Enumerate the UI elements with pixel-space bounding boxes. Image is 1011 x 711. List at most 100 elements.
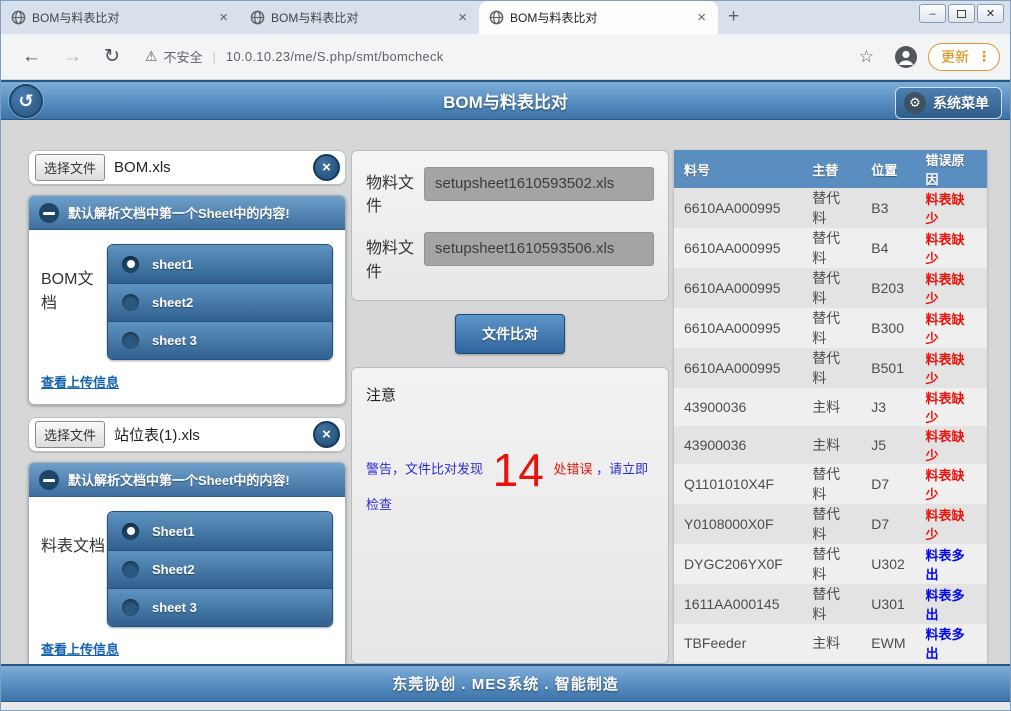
table-row[interactable]: 6610AA000995 替代料 B300 料表缺少 [674,308,987,348]
browser-tab-1[interactable]: BOM与料表比对 × [1,1,240,34]
refresh-icon[interactable]: ↻ [93,45,131,68]
cell-error-reason: 料表缺少 [916,188,987,228]
globe-icon [489,10,504,25]
tab-close-icon[interactable]: × [693,9,710,26]
cell-part-number: Q1101010X4F [674,464,802,504]
page-title: BOM与料表比对 [443,88,568,113]
remove-file-icon[interactable]: × [313,154,340,181]
cell-position: U301 [861,584,915,624]
update-button[interactable]: 更新 ⋮ [928,43,1000,71]
new-tab-button[interactable]: + [718,6,753,34]
table-row[interactable]: 6610AA000995 替代料 B3 料表缺少 [674,188,987,228]
cell-error-reason: 料表缺少 [916,348,987,388]
station-panel-header[interactable]: 默认解析文档中第一个Sheet中的内容! [29,463,345,497]
browser-window: BOM与料表比对 × BOM与料表比对 × BOM与料表比对 × + – ✕ ←… [0,0,1011,711]
warning-icon: ⚠ [145,48,158,65]
back-button[interactable]: ↺ [9,84,43,118]
results-body: 6610AA000995 替代料 B3 料表缺少 6610AA000995 替代… [674,188,987,664]
table-row[interactable]: 6610AA000995 替代料 B501 料表缺少 [674,348,987,388]
bom-doc-label: BOM文档 [41,244,107,360]
forward-icon[interactable]: → [52,46,93,68]
close-button[interactable]: ✕ [977,4,1004,23]
bom-sheet-option-2[interactable]: sheet2 [108,283,332,321]
cell-position: B203 [861,268,915,308]
bom-sheet-option-1[interactable]: sheet1 [108,245,332,283]
remove-file-icon[interactable]: × [313,421,340,448]
menu-dots-icon[interactable]: ⋮ [977,48,991,65]
error-count: 14 [487,444,550,496]
station-panel-title: 默认解析文档中第一个Sheet中的内容! [68,470,290,489]
maximize-button[interactable] [948,4,975,23]
tab-close-icon[interactable]: × [215,9,232,26]
radio-icon [122,256,139,273]
bom-panel-header[interactable]: 默认解析文档中第一个Sheet中的内容! [29,196,345,230]
browser-tab-2[interactable]: BOM与料表比对 × [240,1,479,34]
table-row[interactable]: 43900036 主料 J5 料表缺少 [674,426,987,464]
sheet-label: sheet1 [152,257,193,272]
tab-close-icon[interactable]: × [454,9,471,26]
cell-material-type: 主料 [802,624,861,662]
radio-icon [122,599,139,616]
bom-upload-info-link[interactable]: 查看上传信息 [41,372,119,391]
globe-icon [11,10,26,25]
cell-position: B3 [861,188,915,228]
collapse-icon[interactable] [39,470,59,490]
station-doc-label: 料表文档 [41,511,107,627]
bom-sheet-option-3[interactable]: sheet 3 [108,321,332,359]
collapse-icon[interactable] [39,203,59,223]
radio-icon [122,332,139,349]
notice-title: 注意 [366,384,654,405]
radio-icon [122,294,139,311]
table-header-row: 料号 主替 位置 错误原因 [674,150,987,188]
compare-files-button[interactable]: 文件比对 [455,314,565,354]
cell-material-type: 替代料 [802,188,861,228]
table-row[interactable]: Y0108000X0F 替代料 D7 料表缺少 [674,504,987,544]
cell-position: J3 [861,388,915,426]
cell-material-type: 替代料 [802,544,861,584]
update-label: 更新 [941,47,969,67]
station-sheet-list: Sheet1 Sheet2 sheet 3 [107,511,333,627]
browser-tab-3[interactable]: BOM与料表比对 × [479,1,718,34]
table-row[interactable]: Q1101010X4F 替代料 D7 料表缺少 [674,464,987,504]
cell-material-type: 替代料 [802,584,861,624]
choose-file-button[interactable]: 选择文件 [35,154,105,181]
station-sheet-option-2[interactable]: Sheet2 [108,550,332,588]
table-row[interactable]: TBFeeder 主料 EWM 料表多出 [674,624,987,662]
column-header-part: 料号 [674,150,802,188]
right-column: 料号 主替 位置 错误原因 6610AA000995 替代料 B3 料表缺少 6… [674,150,987,664]
choose-file-button[interactable]: 选择文件 [35,421,105,448]
back-icon[interactable]: ← [11,46,52,68]
url-text[interactable]: 10.0.10.23/me/S.php/smt/bomcheck [226,49,444,64]
cell-position: B501 [861,348,915,388]
url-divider: | [213,49,216,64]
table-row[interactable]: 43900036 主料 J3 料表缺少 [674,388,987,426]
cell-part-number: 43900036 [674,388,802,426]
bom-sheet-panel: 默认解析文档中第一个Sheet中的内容! BOM文档 sheet1 s [28,195,346,405]
cell-material-type: 替代料 [802,464,861,504]
sheet-label: Sheet2 [152,562,195,577]
profile-avatar[interactable] [894,45,918,69]
bom-file-box: 选择文件 BOM.xls × [28,150,346,185]
minimize-button[interactable]: – [919,4,946,23]
cell-error-reason: 料表多出 [916,584,987,624]
tab-title: BOM与料表比对 [271,9,448,26]
station-sheet-option-1[interactable]: Sheet1 [108,512,332,550]
cell-material-type: 主料 [802,388,861,426]
table-row[interactable]: DYGC206YX0F 替代料 U302 料表多出 [674,544,987,584]
station-sheet-option-3[interactable]: sheet 3 [108,588,332,626]
station-upload-info-link[interactable]: 查看上传信息 [41,639,119,658]
security-zone[interactable]: ⚠ 不安全 | 10.0.10.23/me/S.php/smt/bomcheck [145,47,444,66]
cell-part-number: DYGC206YX0F [674,544,802,584]
column-header-reason: 错误原因 [916,150,987,188]
cell-position: B4 [861,228,915,268]
gear-icon: ⚙ [904,92,926,114]
tab-strip: BOM与料表比对 × BOM与料表比对 × BOM与料表比对 × + – ✕ [1,1,1010,34]
table-row[interactable]: 1611AA000145 替代料 U301 料表多出 [674,584,987,624]
cell-position: B300 [861,308,915,348]
cell-error-reason: 料表多出 [916,544,987,584]
table-row[interactable]: 6610AA000995 替代料 B4 料表缺少 [674,228,987,268]
system-menu-button[interactable]: ⚙ 系统菜单 [895,87,1002,119]
cell-part-number: Y0108000X0F [674,504,802,544]
table-row[interactable]: 6610AA000995 替代料 B203 料表缺少 [674,268,987,308]
bookmark-star-icon[interactable]: ☆ [849,47,884,67]
